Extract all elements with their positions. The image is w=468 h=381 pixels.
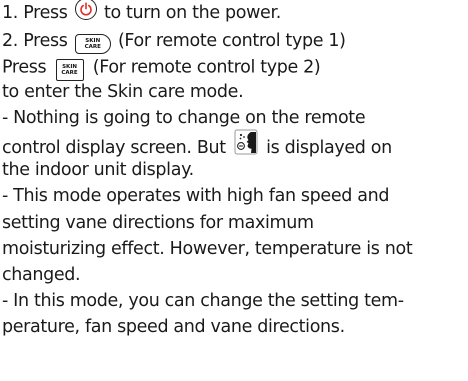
text-line: to enter the Skin care mode. [2,81,244,102]
text-line: - Nothing is going to change on the remo… [2,107,366,128]
skin-key-type1-line2: CARE [84,44,101,51]
step-1: 1. Press to turn on the power. [2,0,468,26]
step-2: 2. Press SKIN CARE (For remote control ty… [2,26,468,55]
step-1-suffix: to turn on the power. [98,3,281,23]
text-line: setting vane directions for maximum [2,212,314,233]
step-2-prefix: 2. Press [2,31,73,52]
step-2-alt-suffix: (For remote control type 2) [87,57,321,78]
instruction-document: 1. Press to turn on the power. 2. Press … [0,0,468,381]
step-1-prefix: 1. Press [2,3,73,23]
skin-care-display-icon [231,129,261,163]
step-2-suffix: (For remote control type 1) [112,31,346,52]
power-button-icon [73,0,99,24]
skin-care-key-type2-icon: SKIN CARE [52,50,88,82]
text-line: perature, fan speed and vane directions. [2,317,345,338]
text-line-prefix: control display screen. But [2,137,231,158]
step-2-alt: Press SKIN CARE (For remote control type … [2,50,468,82]
text-line: changed. [2,264,81,285]
text-line: moisturizing effect. However, temperatur… [2,238,413,259]
text-line: - This mode operates with high fan speed… [2,186,390,207]
step-2-alt-prefix: Press [2,57,52,78]
text-line-suffix: is displayed on [260,137,392,158]
skin-key-type2-line2: CARE [61,70,78,77]
text-line: - In this mode, you can change the setti… [2,291,404,312]
text-line-with-symbol: control display screen. But is displayed… [2,129,468,158]
